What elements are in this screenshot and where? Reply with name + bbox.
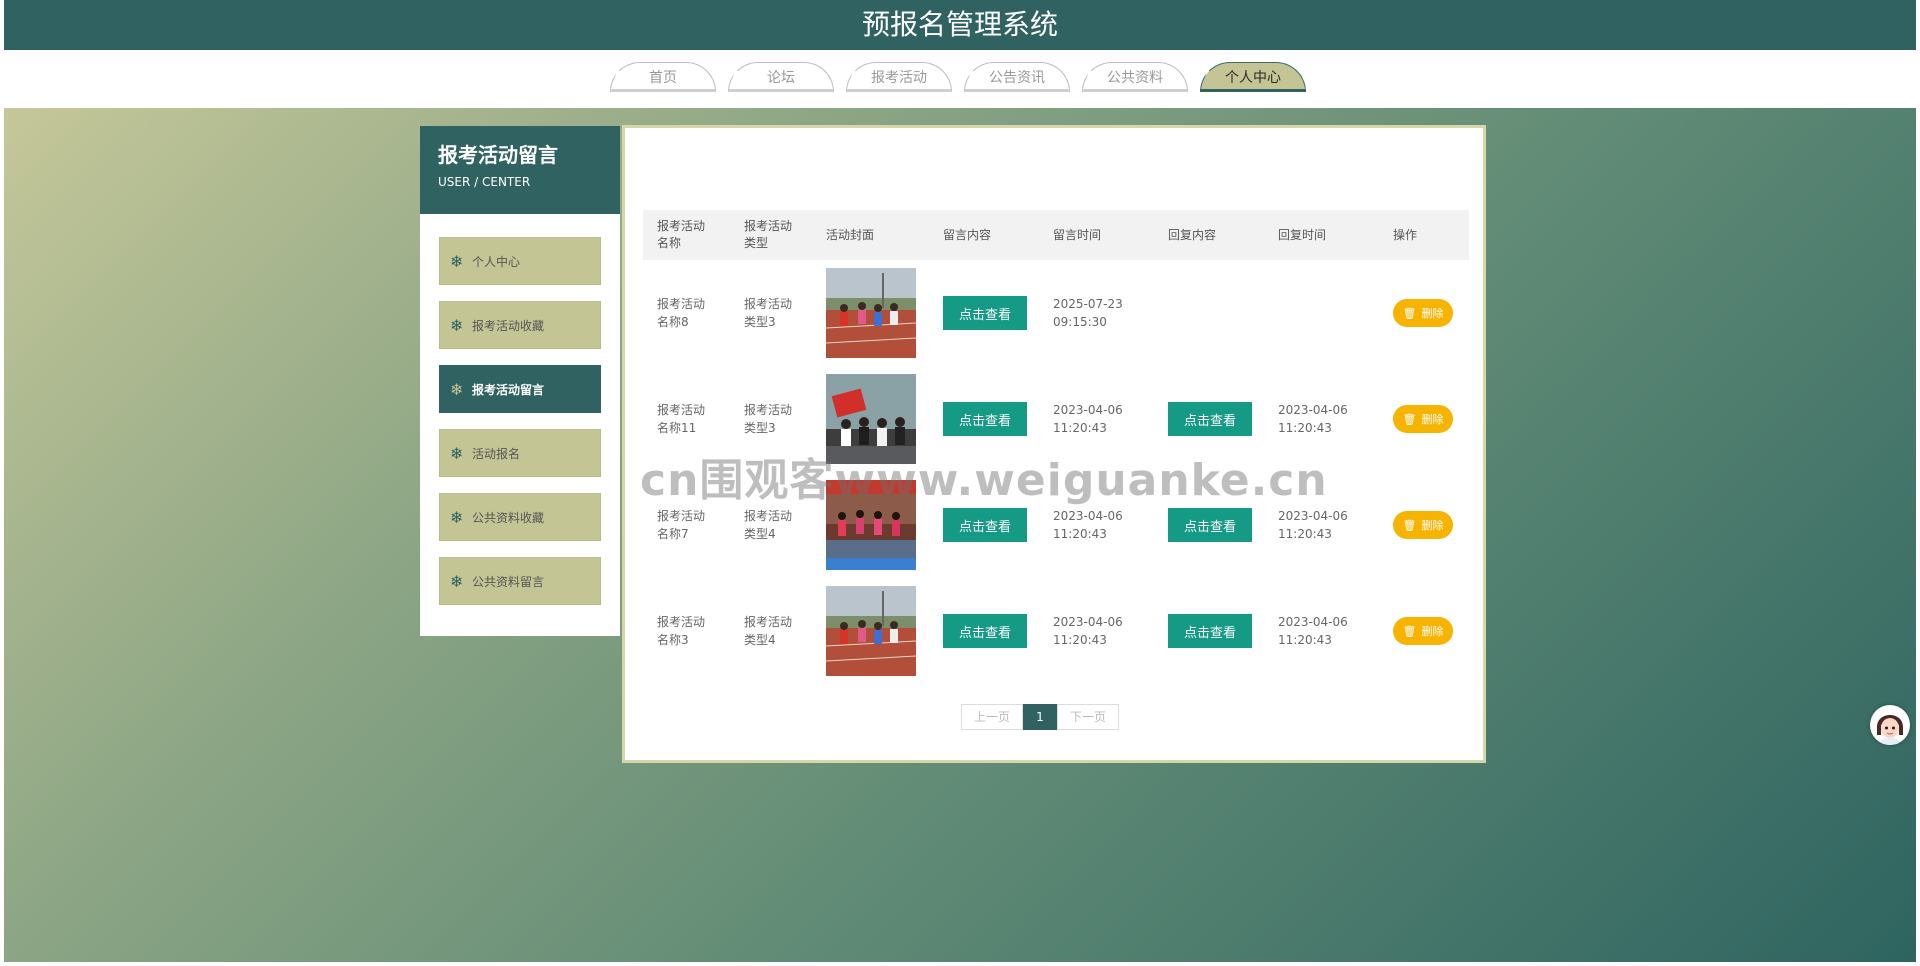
cell-actions: 🗑 删除 [1379, 472, 1469, 578]
cell-cover [812, 578, 929, 684]
activity-cover-image[interactable] [826, 268, 916, 358]
top-nav: 首页 论坛 报考活动 公告资讯 公共资料 个人中心 [4, 50, 1916, 108]
cell-reply-time [1264, 260, 1379, 366]
trash-icon: 🗑 [1402, 306, 1417, 320]
sidebar-header: 报考活动留言 USER / CENTER [420, 126, 620, 214]
snowflake-icon: ❄ [450, 379, 464, 399]
activity-cover-image[interactable] [826, 586, 916, 676]
column-header-reply: 回复内容 [1154, 210, 1264, 260]
cell-actions: 🗑 删除 [1379, 578, 1469, 684]
cell-actions: 🗑 删除 [1379, 260, 1469, 366]
delete-button[interactable]: 🗑 删除 [1393, 511, 1453, 539]
table-row: 报考活动 名称3 报考活动 类型4 点击查看 2023-04-06 11:20:… [643, 578, 1469, 684]
column-header-reply-time: 回复时间 [1264, 210, 1379, 260]
sidebar-item-label: 报考活动收藏 [472, 318, 545, 333]
snowflake-icon: ❄ [450, 507, 464, 527]
trash-icon: 🗑 [1402, 518, 1417, 532]
sidebar-title: 报考活动留言 [438, 143, 558, 167]
sidebar-item-activity-messages[interactable]: ❄ 报考活动留言 [439, 365, 601, 413]
sidebar-item-material-favorites[interactable]: ❄ 公共资料收藏 [439, 493, 601, 541]
cell-name: 报考活动 名称8 [657, 297, 706, 329]
tab-forum[interactable]: 论坛 [728, 62, 834, 92]
trash-icon: 🗑 [1402, 624, 1417, 638]
sidebar-item-label: 个人中心 [472, 254, 521, 269]
sidebar-item-label: 活动报名 [472, 446, 521, 461]
cell-reply: 点击查看 [1154, 578, 1264, 684]
cell-actions: 🗑 删除 [1379, 366, 1469, 472]
column-header-type: 报考活动 类型 [730, 210, 812, 260]
next-page-button[interactable]: 下一页 [1057, 704, 1119, 730]
view-reply-button[interactable]: 点击查看 [1168, 614, 1252, 648]
sidebar-item-personal-center[interactable]: ❄ 个人中心 [439, 237, 601, 285]
delete-button[interactable]: 🗑 删除 [1393, 405, 1453, 433]
column-header-cover: 活动封面 [812, 210, 929, 260]
tab-home[interactable]: 首页 [610, 62, 716, 92]
sidebar: 报考活动留言 USER / CENTER ❄ 个人中心 ❄ 报考活动收藏 ❄ 报… [420, 126, 620, 636]
cell-type: 报考活动 类型4 [744, 615, 793, 647]
cell-reply-time: 2023-04-06 11:20:43 [1278, 615, 1348, 647]
sidebar-item-activity-signup[interactable]: ❄ 活动报名 [439, 429, 601, 477]
sidebar-item-label: 公共资料收藏 [472, 510, 545, 525]
cell-reply [1154, 260, 1264, 366]
view-message-button[interactable]: 点击查看 [943, 508, 1027, 542]
prev-page-button[interactable]: 上一页 [961, 704, 1023, 730]
tab-exam-activities[interactable]: 报考活动 [846, 62, 952, 92]
pagination: 上一页 1 下一页 [961, 704, 1119, 730]
sidebar-item-material-messages[interactable]: ❄ 公共资料留言 [439, 557, 601, 605]
sidebar-subtitle: USER / CENTER [438, 175, 531, 189]
delete-button[interactable]: 🗑 删除 [1393, 617, 1453, 645]
tab-announcements[interactable]: 公告资讯 [964, 62, 1070, 92]
view-message-button[interactable]: 点击查看 [943, 296, 1027, 330]
snowflake-icon: ❄ [450, 571, 464, 591]
view-message-button[interactable]: 点击查看 [943, 614, 1027, 648]
page-number-current[interactable]: 1 [1023, 704, 1057, 730]
view-message-button[interactable]: 点击查看 [943, 402, 1027, 436]
sidebar-item-activity-favorites[interactable]: ❄ 报考活动收藏 [439, 301, 601, 349]
column-header-message-time: 留言时间 [1039, 210, 1154, 260]
snowflake-icon: ❄ [450, 315, 464, 335]
cell-message-time: 2023-04-06 11:20:43 [1053, 615, 1123, 647]
delete-button[interactable]: 🗑 删除 [1393, 299, 1453, 327]
view-reply-button[interactable]: 点击查看 [1168, 402, 1252, 436]
cell-message: 点击查看 [929, 578, 1039, 684]
sidebar-item-label: 公共资料留言 [472, 574, 545, 589]
sidebar-item-label: 报考活动留言 [472, 382, 545, 397]
column-header-name: 报考活动 名称 [643, 210, 730, 260]
page-frame: 预报名管理系统 首页 论坛 报考活动 公告资讯 公共资料 个人中心 报考活动留言… [4, 0, 1916, 962]
view-reply-button[interactable]: 点击查看 [1168, 508, 1252, 542]
cell-type: 报考活动 类型3 [744, 297, 793, 329]
watermark-text: cn围观客www.weiguanke.cn [640, 455, 1328, 506]
sidebar-menu: ❄ 个人中心 ❄ 报考活动收藏 ❄ 报考活动留言 ❄ 活动报名 ❄ 公共资料收藏… [420, 214, 620, 605]
cell-name: 报考活动 名称3 [657, 615, 706, 647]
table-row: 报考活动 名称8 报考活动 类型3 点击查看 2025-07-23 09:15:… [643, 260, 1469, 366]
snowflake-icon: ❄ [450, 251, 464, 271]
trash-icon: 🗑 [1402, 412, 1417, 426]
app-title: 预报名管理系统 [4, 0, 1916, 50]
cell-message: 点击查看 [929, 260, 1039, 366]
table-header-row: 报考活动 名称 报考活动 类型 活动封面 留言内容 留言时间 回复内容 回复时间 操… [643, 210, 1469, 260]
tab-personal-center[interactable]: 个人中心 [1200, 62, 1306, 92]
assistant-avatar-icon[interactable] [1870, 705, 1910, 745]
tab-public-materials[interactable]: 公共资料 [1082, 62, 1188, 92]
cell-message-time: 2025-07-23 09:15:30 [1053, 297, 1123, 329]
column-header-message: 留言内容 [929, 210, 1039, 260]
cell-cover [812, 260, 929, 366]
column-header-actions: 操作 [1379, 210, 1469, 260]
snowflake-icon: ❄ [450, 443, 464, 463]
